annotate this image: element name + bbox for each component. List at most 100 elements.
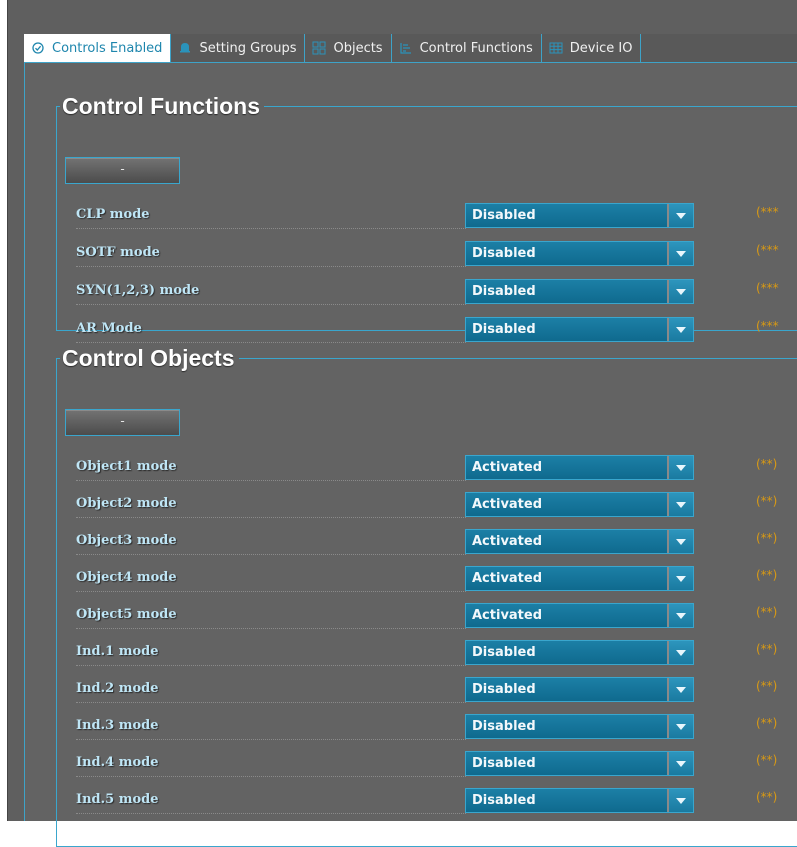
setting-label: SYN(1,2,3) mode [76, 283, 466, 305]
select-value: Disabled [472, 719, 536, 734]
setting-label: CLP mode [76, 207, 466, 229]
tab-device-io[interactable]: Device IO [542, 34, 642, 62]
dropdown-arrow-icon[interactable] [667, 280, 693, 303]
mode-select[interactable]: Disabled [465, 714, 694, 739]
setting-row: Object2 mode Activated (**) [57, 492, 797, 524]
setting-note: (**) [756, 568, 778, 582]
mode-select[interactable]: Activated [465, 566, 694, 591]
control-objects-group: Control Objects - Object1 mode Activated… [56, 345, 797, 847]
collapse-button[interactable]: - [65, 157, 180, 184]
setting-label: Ind.5 mode [76, 792, 466, 814]
select-value: Disabled [472, 793, 536, 808]
setting-note: (**) [756, 790, 778, 804]
setting-label: Ind.2 mode [76, 681, 466, 703]
dropdown-arrow-icon[interactable] [667, 493, 693, 516]
control-functions-group: Control Functions - CLP mode Disabled (*… [56, 93, 797, 343]
tab-controls-enabled[interactable]: Controls Enabled [24, 34, 172, 62]
select-value: Activated [472, 534, 543, 549]
setting-row: Ind.4 mode Disabled (**) [57, 751, 797, 783]
setting-label: Object1 mode [76, 459, 466, 481]
setting-row: Object4 mode Activated (**) [57, 566, 797, 598]
mode-select[interactable]: Disabled [465, 751, 694, 776]
objects-icon [311, 40, 327, 56]
setting-label: Ind.1 mode [76, 644, 466, 666]
setting-row: Object3 mode Activated (**) [57, 529, 797, 561]
tab-label: Objects [333, 40, 383, 56]
grid-icon [548, 40, 564, 56]
mode-select[interactable]: Disabled [465, 788, 694, 813]
setting-note: (**) [756, 642, 778, 656]
setting-row: Ind.1 mode Disabled (**) [57, 640, 797, 672]
check-circle-icon [30, 40, 46, 56]
select-value: Disabled [472, 682, 536, 697]
mode-select[interactable]: Disabled [465, 677, 694, 702]
window-frame: Controls Enabled Setting Groups Objects … [7, 0, 797, 847]
setting-note: (*** [756, 319, 779, 333]
dropdown-arrow-icon[interactable] [667, 242, 693, 265]
select-value: Activated [472, 460, 543, 475]
select-value: Disabled [472, 246, 536, 261]
setting-row: Ind.5 mode Disabled (**) [57, 788, 797, 820]
dropdown-arrow-icon[interactable] [667, 789, 693, 812]
mode-select[interactable]: Activated [465, 492, 694, 517]
setting-note: (**) [756, 494, 778, 508]
select-value: Disabled [472, 645, 536, 660]
setting-row: Ind.2 mode Disabled (**) [57, 677, 797, 709]
dropdown-arrow-icon[interactable] [667, 204, 693, 227]
setting-row: SOTF mode Disabled (*** [57, 241, 797, 273]
mode-select[interactable]: Activated [465, 529, 694, 554]
setting-note: (**) [756, 716, 778, 730]
tab-bar: Controls Enabled Setting Groups Objects … [24, 34, 797, 62]
dropdown-arrow-icon[interactable] [667, 641, 693, 664]
setting-row: Object5 mode Activated (**) [57, 603, 797, 635]
dropdown-arrow-icon[interactable] [667, 604, 693, 627]
setting-note: (*** [756, 205, 779, 219]
dropdown-arrow-icon[interactable] [667, 752, 693, 775]
setting-note: (*** [756, 243, 779, 257]
mode-select[interactable]: Disabled [465, 279, 694, 304]
setting-row: Object1 mode Activated (**) [57, 455, 797, 487]
mode-select[interactable]: Activated [465, 455, 694, 480]
tab-label: Device IO [569, 40, 633, 56]
setting-label: Object5 mode [76, 607, 466, 629]
select-value: Activated [472, 608, 543, 623]
select-value: Disabled [472, 322, 536, 337]
setting-label: SOTF mode [76, 245, 466, 267]
section-title: Control Objects [62, 345, 235, 371]
dropdown-arrow-icon[interactable] [667, 456, 693, 479]
tab-objects[interactable]: Objects [305, 34, 392, 62]
mode-select[interactable]: Disabled [465, 640, 694, 665]
setting-label: AR Mode [76, 321, 466, 343]
dropdown-arrow-icon[interactable] [667, 678, 693, 701]
setting-row: CLP mode Disabled (*** [57, 203, 797, 235]
mode-select[interactable]: Disabled [465, 203, 694, 228]
tab-label: Setting Groups [199, 40, 297, 56]
collapse-button[interactable]: - [65, 409, 180, 436]
select-value: Disabled [472, 284, 536, 299]
setting-note: (**) [756, 679, 778, 693]
select-value: Activated [472, 497, 543, 512]
select-value: Disabled [472, 756, 536, 771]
tab-setting-groups[interactable]: Setting Groups [171, 34, 306, 62]
mode-select[interactable]: Disabled [465, 317, 694, 342]
setting-note: (**) [756, 531, 778, 545]
mode-select[interactable]: Activated [465, 603, 694, 628]
setting-row: SYN(1,2,3) mode Disabled (*** [57, 279, 797, 311]
mode-select[interactable]: Disabled [465, 241, 694, 266]
setting-label: Ind.4 mode [76, 755, 466, 777]
dropdown-arrow-icon[interactable] [667, 318, 693, 341]
setting-note: (**) [756, 457, 778, 471]
setting-label: Object3 mode [76, 533, 466, 555]
setting-row: Ind.3 mode Disabled (**) [57, 714, 797, 746]
dropdown-arrow-icon[interactable] [667, 530, 693, 553]
tab-label: Controls Enabled [52, 40, 163, 56]
setting-label: Object4 mode [76, 570, 466, 592]
bell-icon [177, 40, 193, 56]
tab-control-functions[interactable]: Control Functions [392, 34, 542, 62]
setting-note: (**) [756, 605, 778, 619]
functions-icon [398, 40, 414, 56]
dropdown-arrow-icon[interactable] [667, 567, 693, 590]
setting-label: Ind.3 mode [76, 718, 466, 740]
dropdown-arrow-icon[interactable] [667, 715, 693, 738]
setting-label: Object2 mode [76, 496, 466, 518]
